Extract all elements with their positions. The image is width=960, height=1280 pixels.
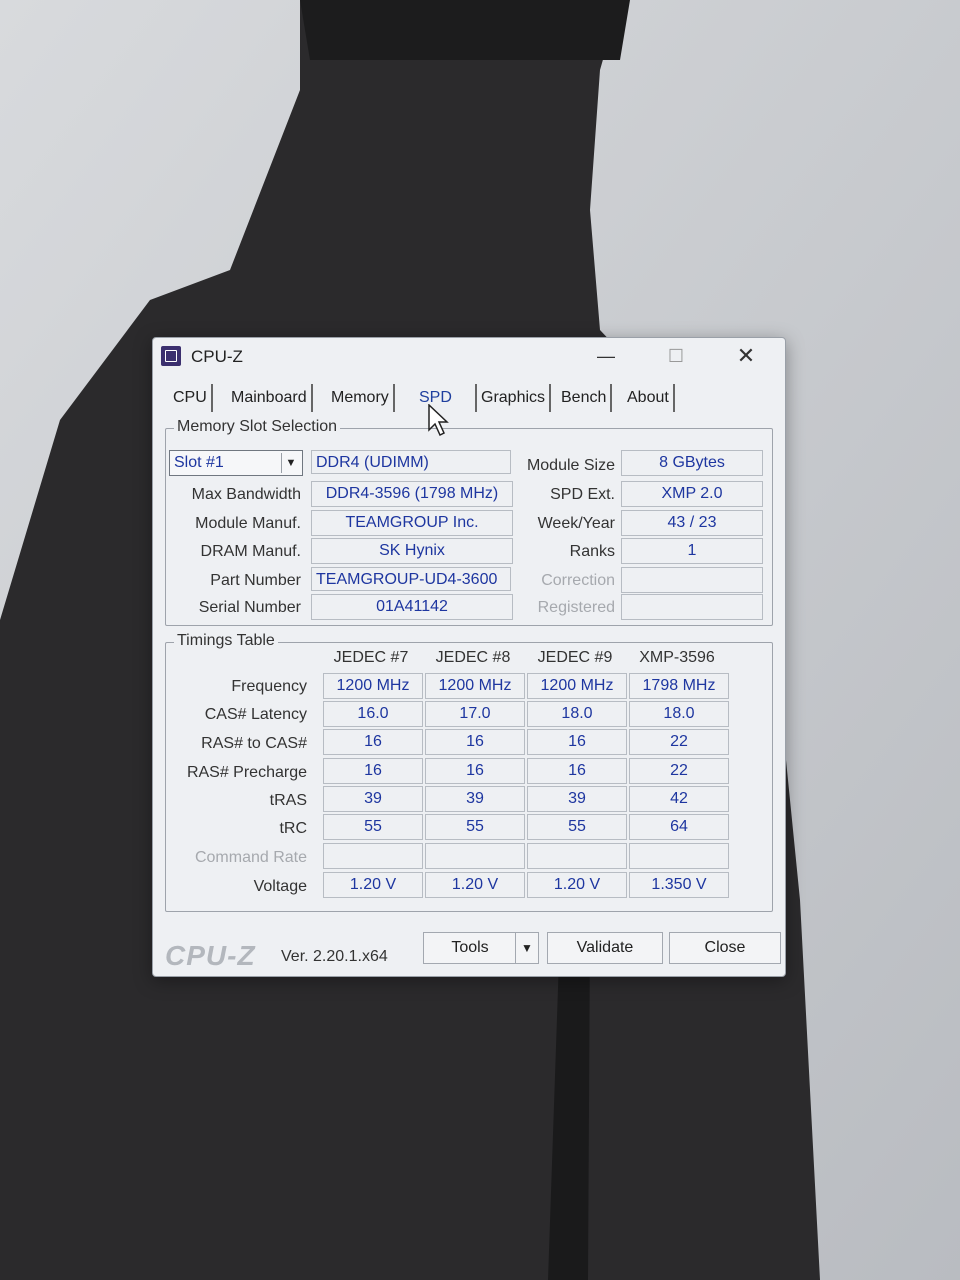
timing-row-label: tRAS bbox=[269, 792, 307, 809]
timing-column-header: XMP-3596 bbox=[639, 649, 715, 666]
spd-ext-label: SPD Ext. bbox=[550, 486, 615, 503]
timing-cell: 1200 MHz bbox=[425, 673, 525, 699]
timing-row-label: Command Rate bbox=[194, 849, 307, 866]
timing-cell: 1.20 V bbox=[527, 872, 627, 898]
close-window-button[interactable]: ✕ bbox=[731, 344, 761, 370]
timing-cell: 16 bbox=[425, 729, 525, 755]
registered-label: Registered bbox=[537, 599, 615, 616]
timing-cell: 1200 MHz bbox=[527, 673, 627, 699]
tab-graphics[interactable]: Graphics bbox=[475, 384, 552, 412]
timing-cell: 55 bbox=[323, 814, 423, 840]
ranks-label: Ranks bbox=[569, 543, 615, 560]
timing-cell: 1.350 V bbox=[629, 872, 729, 898]
timing-cell: 22 bbox=[629, 758, 729, 784]
timing-cell bbox=[527, 843, 627, 869]
tools-button[interactable]: Tools ▼ bbox=[423, 932, 539, 964]
timing-cell: 39 bbox=[425, 786, 525, 812]
spd-ext-value: XMP 2.0 bbox=[621, 481, 763, 507]
max-bandwidth-value: DDR4-3596 (1798 MHz) bbox=[311, 481, 513, 507]
slot-select[interactable]: Slot #1 ▼ bbox=[169, 450, 303, 476]
timing-cell bbox=[323, 843, 423, 869]
cpuz-app-icon bbox=[161, 346, 181, 366]
tab-cpu[interactable]: CPU bbox=[169, 384, 213, 412]
validate-button[interactable]: Validate bbox=[547, 932, 663, 964]
module-manuf-label: Module Manuf. bbox=[195, 515, 301, 532]
timing-row-label: Frequency bbox=[231, 678, 307, 695]
timing-cell: 22 bbox=[629, 729, 729, 755]
chevron-down-icon[interactable]: ▼ bbox=[515, 933, 538, 963]
window-title: CPU-Z bbox=[191, 347, 243, 366]
max-bandwidth-label: Max Bandwidth bbox=[191, 486, 301, 503]
mouse-cursor-icon bbox=[428, 404, 449, 437]
module-type-value: DDR4 (UDIMM) bbox=[311, 450, 511, 474]
timing-cell: 16 bbox=[527, 758, 627, 784]
module-size-label: Module Size bbox=[526, 457, 615, 474]
timing-cell: 16 bbox=[425, 758, 525, 784]
timing-cell: 1.20 V bbox=[425, 872, 525, 898]
registered-value bbox=[621, 594, 763, 620]
close-button[interactable]: Close bbox=[669, 932, 781, 964]
timing-cell: 1798 MHz bbox=[629, 673, 729, 699]
timing-cell bbox=[629, 843, 729, 869]
slot-select-value: Slot #1 bbox=[174, 454, 224, 471]
timing-cell: 42 bbox=[629, 786, 729, 812]
timing-cell: 64 bbox=[629, 814, 729, 840]
correction-label: Correction bbox=[541, 572, 615, 589]
memory-slot-group-label: Memory Slot Selection bbox=[174, 418, 341, 436]
timing-cell: 16 bbox=[323, 729, 423, 755]
timing-cell: 1200 MHz bbox=[323, 673, 423, 699]
timing-row-label: RAS# Precharge bbox=[186, 764, 307, 781]
dram-manuf-label: DRAM Manuf. bbox=[200, 543, 301, 560]
timing-cell: 16 bbox=[527, 729, 627, 755]
module-size-value: 8 GBytes bbox=[621, 450, 763, 476]
dram-manuf-value: SK Hynix bbox=[311, 538, 513, 564]
timing-cell: 16 bbox=[323, 758, 423, 784]
timing-cell: 18.0 bbox=[629, 701, 729, 727]
timing-row-label: CAS# Latency bbox=[204, 706, 307, 723]
module-manuf-value: TEAMGROUP Inc. bbox=[311, 510, 513, 536]
tab-mainboard[interactable]: Mainboard bbox=[227, 384, 313, 412]
cpuz-brand-logo: CPU-Z bbox=[165, 940, 256, 971]
timing-cell: 39 bbox=[527, 786, 627, 812]
timing-cell bbox=[425, 843, 525, 869]
timing-cell: 1.20 V bbox=[323, 872, 423, 898]
timing-cell: 17.0 bbox=[425, 701, 525, 727]
week-year-label: Week/Year bbox=[537, 515, 615, 532]
ranks-value: 1 bbox=[621, 538, 763, 564]
maximize-button[interactable]: ☐ bbox=[661, 344, 691, 370]
timing-column-header: JEDEC #9 bbox=[537, 649, 613, 666]
part-number-value: TEAMGROUP-UD4-3600 bbox=[311, 567, 511, 591]
timing-cell: 39 bbox=[323, 786, 423, 812]
timing-cell: 16.0 bbox=[323, 701, 423, 727]
timing-row-label: RAS# to CAS# bbox=[201, 735, 307, 752]
timings-table-label: Timings Table bbox=[174, 632, 278, 650]
chevron-down-icon[interactable]: ▼ bbox=[281, 453, 300, 473]
serial-number-label: Serial Number bbox=[198, 599, 301, 616]
timing-column-header: JEDEC #8 bbox=[435, 649, 511, 666]
timing-cell: 18.0 bbox=[527, 701, 627, 727]
part-number-label: Part Number bbox=[210, 572, 301, 589]
timing-row-label: tRC bbox=[279, 820, 307, 837]
title-bar[interactable]: CPU-Z — ☐ ✕ bbox=[153, 338, 785, 376]
tools-button-label: Tools bbox=[451, 939, 489, 956]
minimize-button[interactable]: — bbox=[591, 344, 621, 370]
tab-memory[interactable]: Memory bbox=[327, 384, 395, 412]
version-text: Ver. 2.20.1.x64 bbox=[281, 948, 388, 965]
tab-bench[interactable]: Bench bbox=[557, 384, 613, 412]
serial-number-value: 01A41142 bbox=[311, 594, 513, 620]
tab-about[interactable]: About bbox=[623, 384, 675, 412]
timing-column-header: JEDEC #7 bbox=[333, 649, 409, 666]
week-year-value: 43 / 23 bbox=[621, 510, 763, 536]
correction-value bbox=[621, 567, 763, 593]
cpuz-window: CPU-Z — ☐ ✕ CPU Mainboard Memory SPD Gra… bbox=[152, 337, 786, 977]
timing-row-label: Voltage bbox=[253, 878, 307, 895]
timing-cell: 55 bbox=[527, 814, 627, 840]
timing-cell: 55 bbox=[425, 814, 525, 840]
